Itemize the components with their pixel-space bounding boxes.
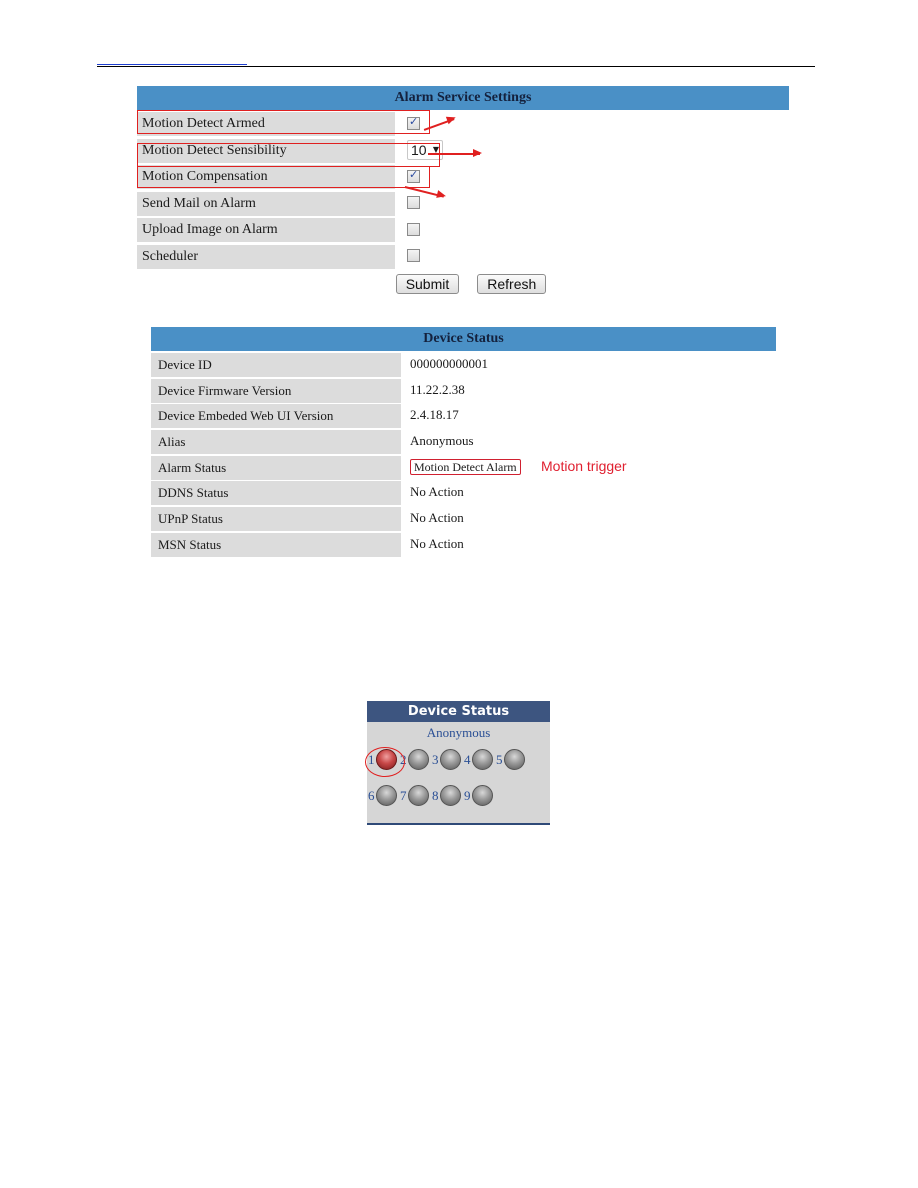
channel-indicator-6: 6 [368,785,397,806]
web-ui-version-label: Device Embeded Web UI Version [151,404,401,429]
channel-indicator-9: 9 [464,785,493,806]
widget-alias: Anonymous [426,725,491,740]
channel-number: 9 [464,787,471,803]
send-mail-on-alarm-label: Send Mail on Alarm [137,191,395,216]
alarm-settings-title: Alarm Service Settings [137,86,789,110]
header-link-underline [97,64,247,65]
channel-number: 5 [496,751,503,767]
device-status-panel: Device Status Device ID 000000000001 Dev… [151,327,776,557]
channel-indicator-4: 4 [464,749,493,770]
ddns-status-label: DDNS Status [151,481,401,506]
ddns-status-row: DDNS Status No Action [151,479,776,506]
channel-indicator-3: 3 [432,749,461,770]
device-id-value: 000000000001 [410,355,488,371]
send-mail-on-alarm-row: Send Mail on Alarm [137,190,789,217]
scheduler-label: Scheduler [137,244,395,269]
annotation-box-compensation [137,166,430,188]
annotation-box-armed [137,110,430,134]
upnp-status-value: No Action [410,509,464,525]
channel-number: 8 [432,787,439,803]
device-id-row: Device ID 000000000001 [151,351,776,377]
scheduler-checkbox[interactable] [407,249,420,263]
device-status-title: Device Status [151,327,776,351]
channel-row-2: 6 7 8 9 [367,785,550,806]
annotation-circle-channel-1 [365,747,405,777]
alias-row: Alias Anonymous [151,428,776,454]
ddns-status-value: No Action [410,484,464,500]
annotation-box-sensibility [137,143,440,167]
send-mail-on-alarm-checkbox[interactable] [407,196,420,210]
upload-image-on-alarm-label: Upload Image on Alarm [137,218,395,243]
alias-label: Alias [151,429,401,454]
alarm-led-off-icon [472,749,493,770]
alarm-led-off-icon [472,785,493,806]
upnp-status-label: UPnP Status [151,506,401,531]
alarm-status-value: Motion Detect Alarm [410,458,521,475]
upnp-status-row: UPnP Status No Action [151,505,776,531]
alarm-settings-actions: Submit Refresh [137,274,789,294]
alias-value: Anonymous [410,432,474,448]
channel-number: 4 [464,751,471,767]
page-header-rule [97,66,815,67]
widget-title: Device Status [367,701,550,722]
alarm-led-off-icon [376,785,397,806]
channel-number: 3 [432,751,439,767]
upload-image-on-alarm-checkbox[interactable] [407,222,420,236]
firmware-version-label: Device Firmware Version [151,378,401,403]
submit-button[interactable]: Submit [395,274,460,294]
msn-status-row: MSN Status No Action [151,531,776,557]
alarm-led-off-icon [440,749,461,770]
alarm-led-off-icon [408,785,429,806]
msn-status-value: No Action [410,535,464,551]
web-ui-version-value: 2.4.18.17 [410,407,459,423]
alarm-led-off-icon [504,749,525,770]
alarm-status-row: Alarm Status Motion Detect Alarm [151,454,776,480]
web-ui-version-row: Device Embeded Web UI Version 2.4.18.17 [151,402,776,429]
alarm-status-label: Alarm Status [151,455,401,480]
motion-trigger-annotation: Motion trigger [541,458,627,474]
scheduler-row: Scheduler [137,243,789,270]
refresh-button[interactable]: Refresh [477,274,547,294]
channel-indicator-8: 8 [432,785,461,806]
alarm-led-off-icon [440,785,461,806]
annotation-arrow-sensibility [428,150,482,156]
firmware-version-row: Device Firmware Version 11.22.2.38 [151,377,776,403]
channel-number: 7 [400,787,407,803]
device-id-label: Device ID [151,352,401,377]
channel-indicator-5: 5 [496,749,525,770]
channel-number: 6 [368,787,375,803]
msn-status-label: MSN Status [151,532,401,557]
upload-image-on-alarm-row: Upload Image on Alarm [137,216,789,243]
alarm-led-off-icon [408,749,429,770]
firmware-version-value: 11.22.2.38 [410,381,465,397]
channel-indicator-7: 7 [400,785,429,806]
